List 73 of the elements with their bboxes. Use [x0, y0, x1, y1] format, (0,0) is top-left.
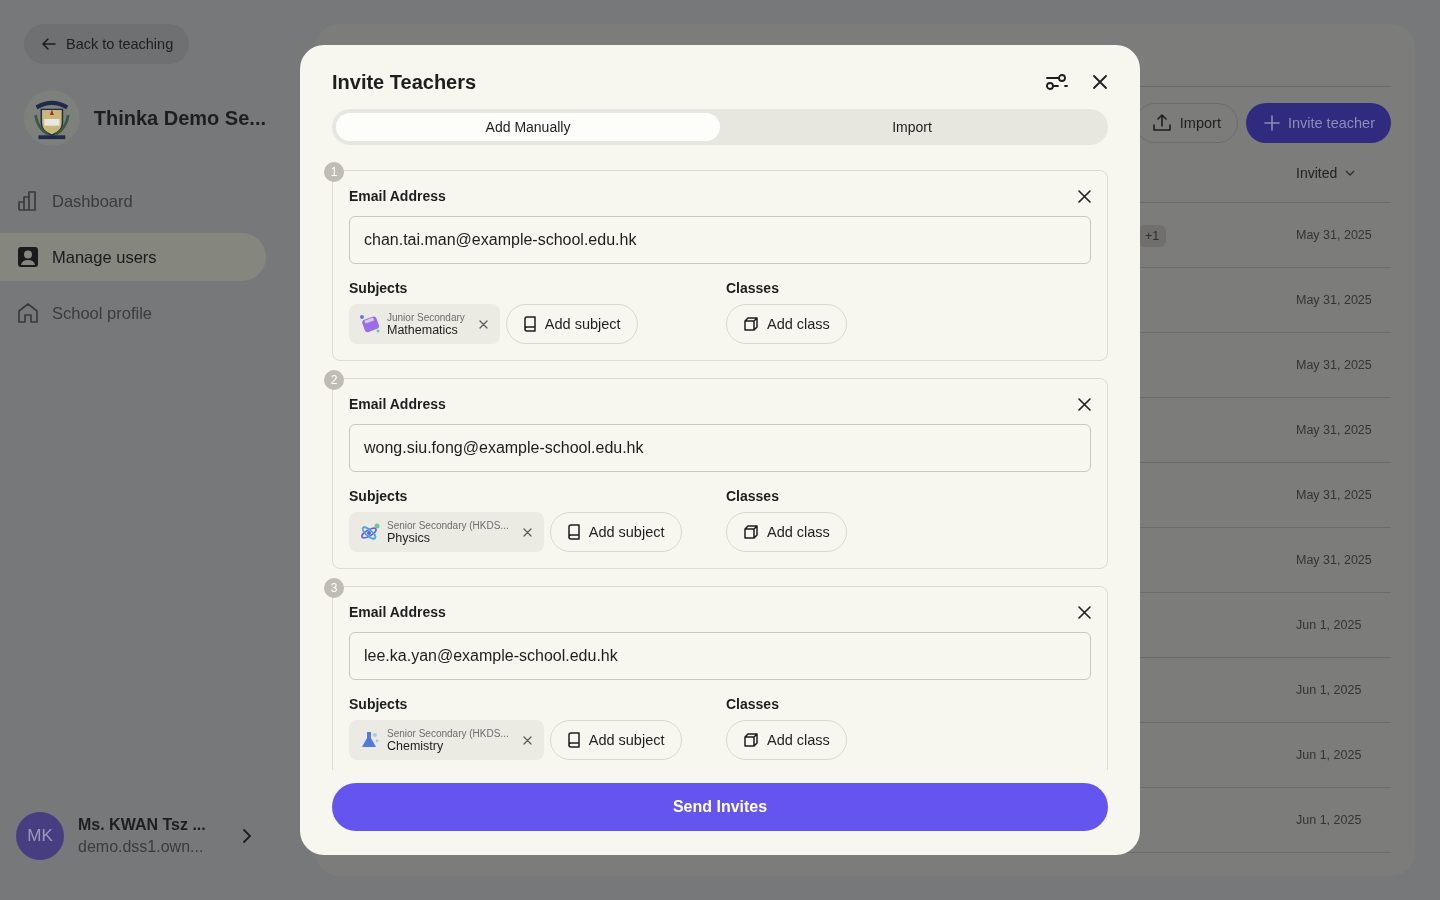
field-label: Classes	[726, 488, 780, 504]
field-label: Subjects	[349, 488, 409, 504]
remove-button[interactable]	[1078, 605, 1091, 619]
remove-button[interactable]	[1078, 397, 1091, 411]
user-icon	[16, 245, 40, 269]
table-cell-text: May 31, 2025	[1296, 553, 1373, 567]
email-field[interactable]: wong.siu.fong@example-school.edu.hk	[349, 424, 1091, 472]
entry-number: 2	[324, 370, 344, 390]
school-crest-drawing	[24, 89, 80, 147]
settings-button[interactable]	[1046, 74, 1068, 90]
table-cell-text: Jun 1, 2025	[1296, 748, 1363, 762]
subject-level: Senior Secondary (HKDS...	[387, 727, 509, 739]
arrow-left-icon	[40, 35, 58, 53]
home-icon	[16, 301, 40, 325]
table-cell-text: May 31, 2025	[1296, 293, 1373, 307]
subject-level: Senior Secondary (HKDS...	[387, 519, 509, 531]
remove-button[interactable]	[1078, 189, 1091, 203]
plus-icon	[1263, 115, 1280, 131]
column-header[interactable]: Invited	[1296, 164, 1391, 181]
school-name: Thinka Demo Se...	[93, 106, 266, 130]
email-field[interactable]: lee.ka.yan@example-school.edu.hk	[349, 632, 1091, 680]
chevron-down-icon	[1345, 169, 1356, 176]
nav-item[interactable]: Manage users	[0, 233, 266, 281]
entry-number: 1	[324, 162, 344, 182]
chevron-right-icon	[242, 829, 252, 843]
field-label: Classes	[726, 280, 780, 296]
close-button[interactable]	[1092, 74, 1108, 90]
email-field[interactable]: chan.tai.man@example-school.edu.hk	[349, 216, 1091, 264]
book-icon	[522, 316, 537, 332]
subject-name: Physics	[387, 530, 431, 545]
subject-name: Chemistry	[387, 738, 444, 753]
subject-name: Mathematics	[387, 322, 458, 337]
tab[interactable]: Add Manually	[336, 113, 720, 141]
close-icon	[1092, 74, 1108, 90]
field-label: Subjects	[349, 280, 409, 296]
table-cell-text: May 31, 2025	[1296, 423, 1373, 437]
table-cell-text: Jun 1, 2025	[1296, 813, 1363, 827]
cube-icon	[743, 524, 759, 540]
more-count: +1	[1138, 225, 1167, 247]
table-cell-text: Jun 1, 2025	[1296, 618, 1363, 632]
close-icon	[1078, 397, 1091, 411]
field-label: Classes	[726, 696, 780, 712]
close-icon	[478, 319, 488, 329]
table-cell-text: Jun 1, 2025	[1296, 683, 1363, 697]
book-icon	[566, 732, 581, 748]
table-cell-text: May 31, 2025	[1296, 358, 1373, 372]
user-name: Ms. KWAN Tsz ...	[78, 816, 207, 834]
upload-icon	[1151, 113, 1172, 133]
user-email: demo.dss1.own...	[78, 838, 205, 856]
tab[interactable]: Import	[720, 113, 1104, 141]
subject-level: Junior Secondary	[387, 311, 465, 323]
cube-icon	[743, 316, 759, 332]
atom-icon	[359, 521, 381, 543]
book-icon	[566, 524, 581, 540]
table-cell-text: May 31, 2025	[1296, 228, 1373, 242]
field-label: Email Address	[349, 188, 446, 204]
user-avatar: MK	[16, 812, 64, 860]
invite-teacher-button[interactable]: Invite teacher	[1245, 103, 1391, 143]
account-menu[interactable]: MK Ms. KWAN Tsz ... demo.dss1.own...	[16, 812, 266, 860]
cube-icon	[743, 732, 759, 748]
table-cell-text: May 31, 2025	[1296, 488, 1373, 502]
sliders-icon	[1046, 74, 1068, 90]
send-invites-button[interactable]: Send Invites	[332, 783, 1108, 831]
add-class-button[interactable]: Add class	[726, 720, 847, 760]
close-icon	[1078, 605, 1091, 619]
close-icon	[522, 527, 532, 537]
field-label: Email Address	[349, 604, 446, 620]
close-icon	[522, 735, 532, 745]
field-label: Subjects	[349, 696, 409, 712]
close-icon	[1078, 189, 1091, 203]
field-label: Email Address	[349, 396, 446, 412]
entry-number: 3	[324, 578, 344, 598]
dialog-title: Invite Teachers	[332, 70, 478, 94]
